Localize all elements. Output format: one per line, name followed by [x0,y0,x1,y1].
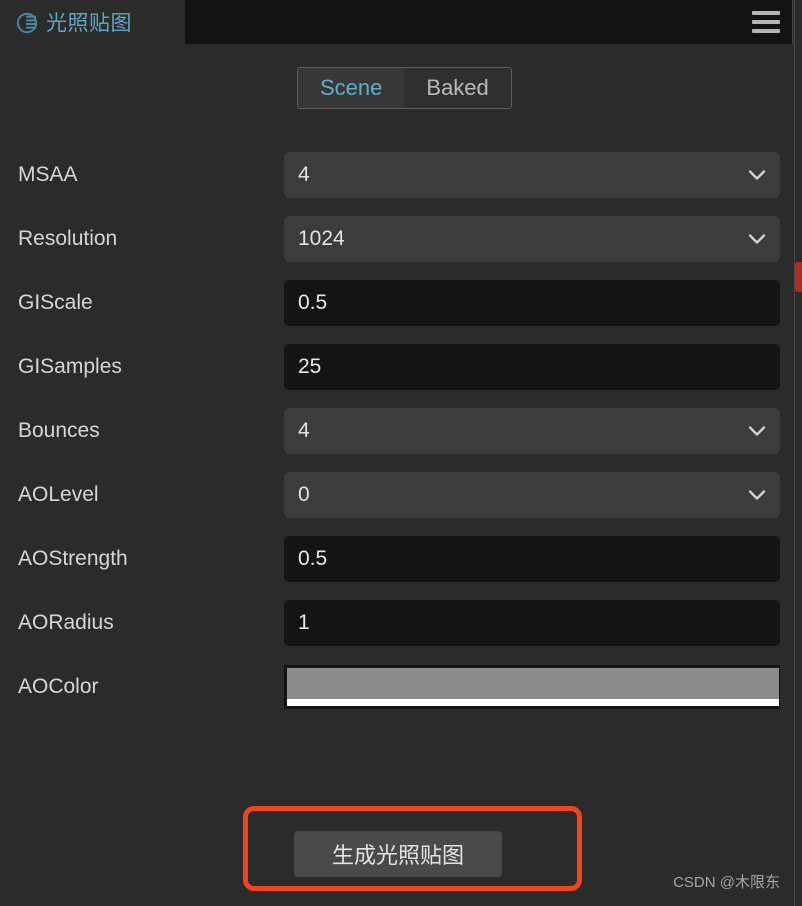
row-gisamples: GISamples 25 [0,335,793,399]
input-giscale[interactable]: 0.5 [284,280,780,326]
field-aoradius: 1 [284,600,780,646]
row-aoradius: AORadius 1 [0,591,793,655]
view-tabs: Scene Baked [297,67,512,109]
label-gisamples: GISamples [18,355,122,378]
rail-red-marker [795,262,802,292]
select-aolevel[interactable]: 0 [284,472,780,518]
field-gisamples: 25 [284,344,780,390]
field-aolevel: 0 [284,472,780,518]
brand: 光照贴图 [16,6,132,40]
label-msaa: MSAA [18,163,78,186]
row-resolution: Resolution 1024 [0,207,793,271]
menu-bar-2 [752,20,780,24]
app-title: 光照贴图 [46,11,132,35]
label-aoradius: AORadius [18,611,114,634]
color-picker-aocolor[interactable] [284,665,780,709]
chevron-down-icon [748,490,766,500]
field-bounces: 4 [284,408,780,454]
label-bounces: Bounces [18,419,100,442]
label-giscale: GIScale [18,291,93,314]
field-msaa: 4 [284,152,780,198]
row-giscale: GIScale 0.5 [0,271,793,335]
field-aostrength: 0.5 [284,536,780,582]
tab-scene[interactable]: Scene [298,68,405,108]
color-swatch [287,668,779,700]
color-alpha-bar [287,699,779,706]
select-msaa[interactable]: 4 [284,152,780,198]
row-aostrength: AOStrength 0.5 [0,527,793,591]
row-aolevel: AOLevel 0 [0,463,793,527]
select-bounces[interactable]: 4 [284,408,780,454]
right-scroll-rail[interactable] [794,0,802,906]
select-msaa-value: 4 [298,163,310,186]
generate-lightmap-button[interactable]: 生成光照贴图 [294,831,502,877]
tab-baked[interactable]: Baked [404,68,511,108]
chevron-down-icon [748,426,766,436]
input-gisamples[interactable]: 25 [284,344,780,390]
watermark: CSDN @木限东 [673,874,780,891]
top-panel [185,0,793,44]
row-bounces: Bounces 4 [0,399,793,463]
row-aocolor: AOColor [0,655,793,719]
label-aocolor: AOColor [18,675,99,698]
chevron-down-icon [748,170,766,180]
top-bar: 光照贴图 [0,0,802,45]
menu-bar-1 [752,11,780,15]
label-aolevel: AOLevel [18,483,99,506]
label-aostrength: AOStrength [18,547,128,570]
select-bounces-value: 4 [298,419,310,442]
chevron-down-icon [748,234,766,244]
select-resolution-value: 1024 [298,227,345,250]
field-resolution: 1024 [284,216,780,262]
row-msaa: MSAA 4 [0,143,793,207]
select-aolevel-value: 0 [298,483,310,506]
lightmap-globe-icon [16,12,38,34]
field-giscale: 0.5 [284,280,780,326]
menu-bar-3 [752,29,780,33]
input-aoradius[interactable]: 1 [284,600,780,646]
input-aostrength[interactable]: 0.5 [284,536,780,582]
hamburger-menu-icon[interactable] [752,11,780,33]
label-resolution: Resolution [18,227,118,250]
settings-form: MSAA 4 Resolution 1024 GIScale 0.5 GISam… [0,143,793,719]
select-resolution[interactable]: 1024 [284,216,780,262]
